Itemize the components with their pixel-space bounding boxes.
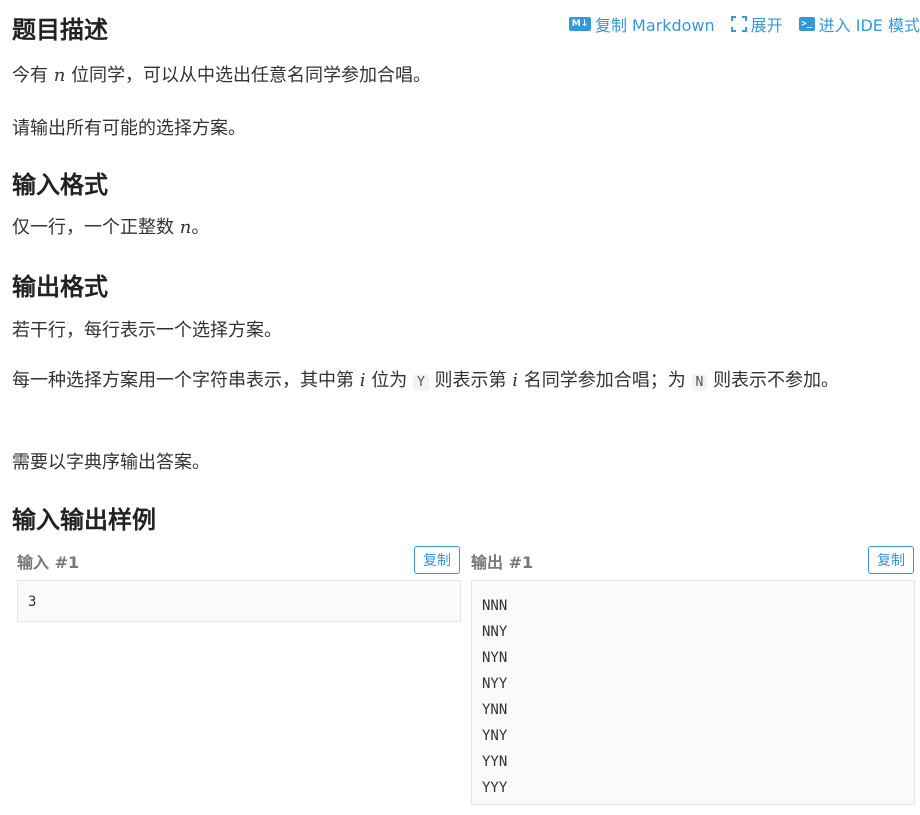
description-paragraph-2: 请输出所有可能的选择方案。 (12, 118, 246, 139)
sample-input-label: 输入 #1 (17, 553, 80, 572)
sample-output-line: YNY (482, 728, 508, 744)
output-format-paragraph-2: 每一种选择方案用一个字符串表示，其中第 i 位为 Y 则表示第 i 名同学参加合… (12, 370, 840, 391)
output-format-heading: 输出格式 (12, 273, 108, 301)
problem-toolbar: M↓ 复制 Markdown 展开 >_ 进入 IDE 模式 (568, 10, 920, 38)
output-format-paragraph-1: 若干行，每行表示一个选择方案。 (12, 320, 282, 341)
sample-input-box: 3 (17, 580, 461, 622)
sample-output-label: 输出 #1 (471, 553, 534, 572)
copy-output-button[interactable]: 复制 (868, 546, 914, 574)
terminal-icon: >_ (798, 17, 815, 31)
sample-output-line: NNN (482, 598, 508, 614)
inline-code-n: N (691, 374, 708, 391)
expand-button[interactable]: 展开 (730, 12, 783, 36)
expand-icon (730, 16, 747, 32)
sample-output-line: YNN (482, 702, 508, 718)
sample-output-line: YYN (482, 754, 508, 770)
description-heading: 题目描述 (12, 16, 108, 44)
sample-output-box: NNN NNY NYN NYY YNN YNY YYN YYY (471, 580, 915, 805)
sample-output-line: NNY (482, 624, 508, 640)
copy-input-button[interactable]: 复制 (414, 546, 460, 574)
enter-ide-label: 进入 IDE 模式 (818, 16, 920, 35)
enter-ide-button[interactable]: >_ 进入 IDE 模式 (798, 12, 920, 36)
output-format-paragraph-3: 需要以字典序输出答案。 (12, 452, 210, 473)
description-paragraph-1: 今有 n 位同学，可以从中选出任意名同学参加合唱。 (12, 65, 432, 86)
markdown-icon: M↓ (568, 17, 591, 31)
expand-label: 展开 (750, 16, 783, 35)
copy-markdown-label: 复制 Markdown (594, 16, 715, 35)
input-format-heading: 输入格式 (12, 171, 108, 199)
sample-output-line: YYY (482, 780, 508, 796)
inline-code-y: Y (412, 374, 429, 391)
copy-markdown-button[interactable]: M↓ 复制 Markdown (568, 12, 715, 36)
sample-output-line: NYY (482, 676, 508, 692)
input-format-paragraph: 仅一行，一个正整数 n。 (12, 217, 210, 238)
sample-output-line: NYN (482, 650, 508, 666)
samples-heading: 输入输出样例 (12, 506, 156, 534)
